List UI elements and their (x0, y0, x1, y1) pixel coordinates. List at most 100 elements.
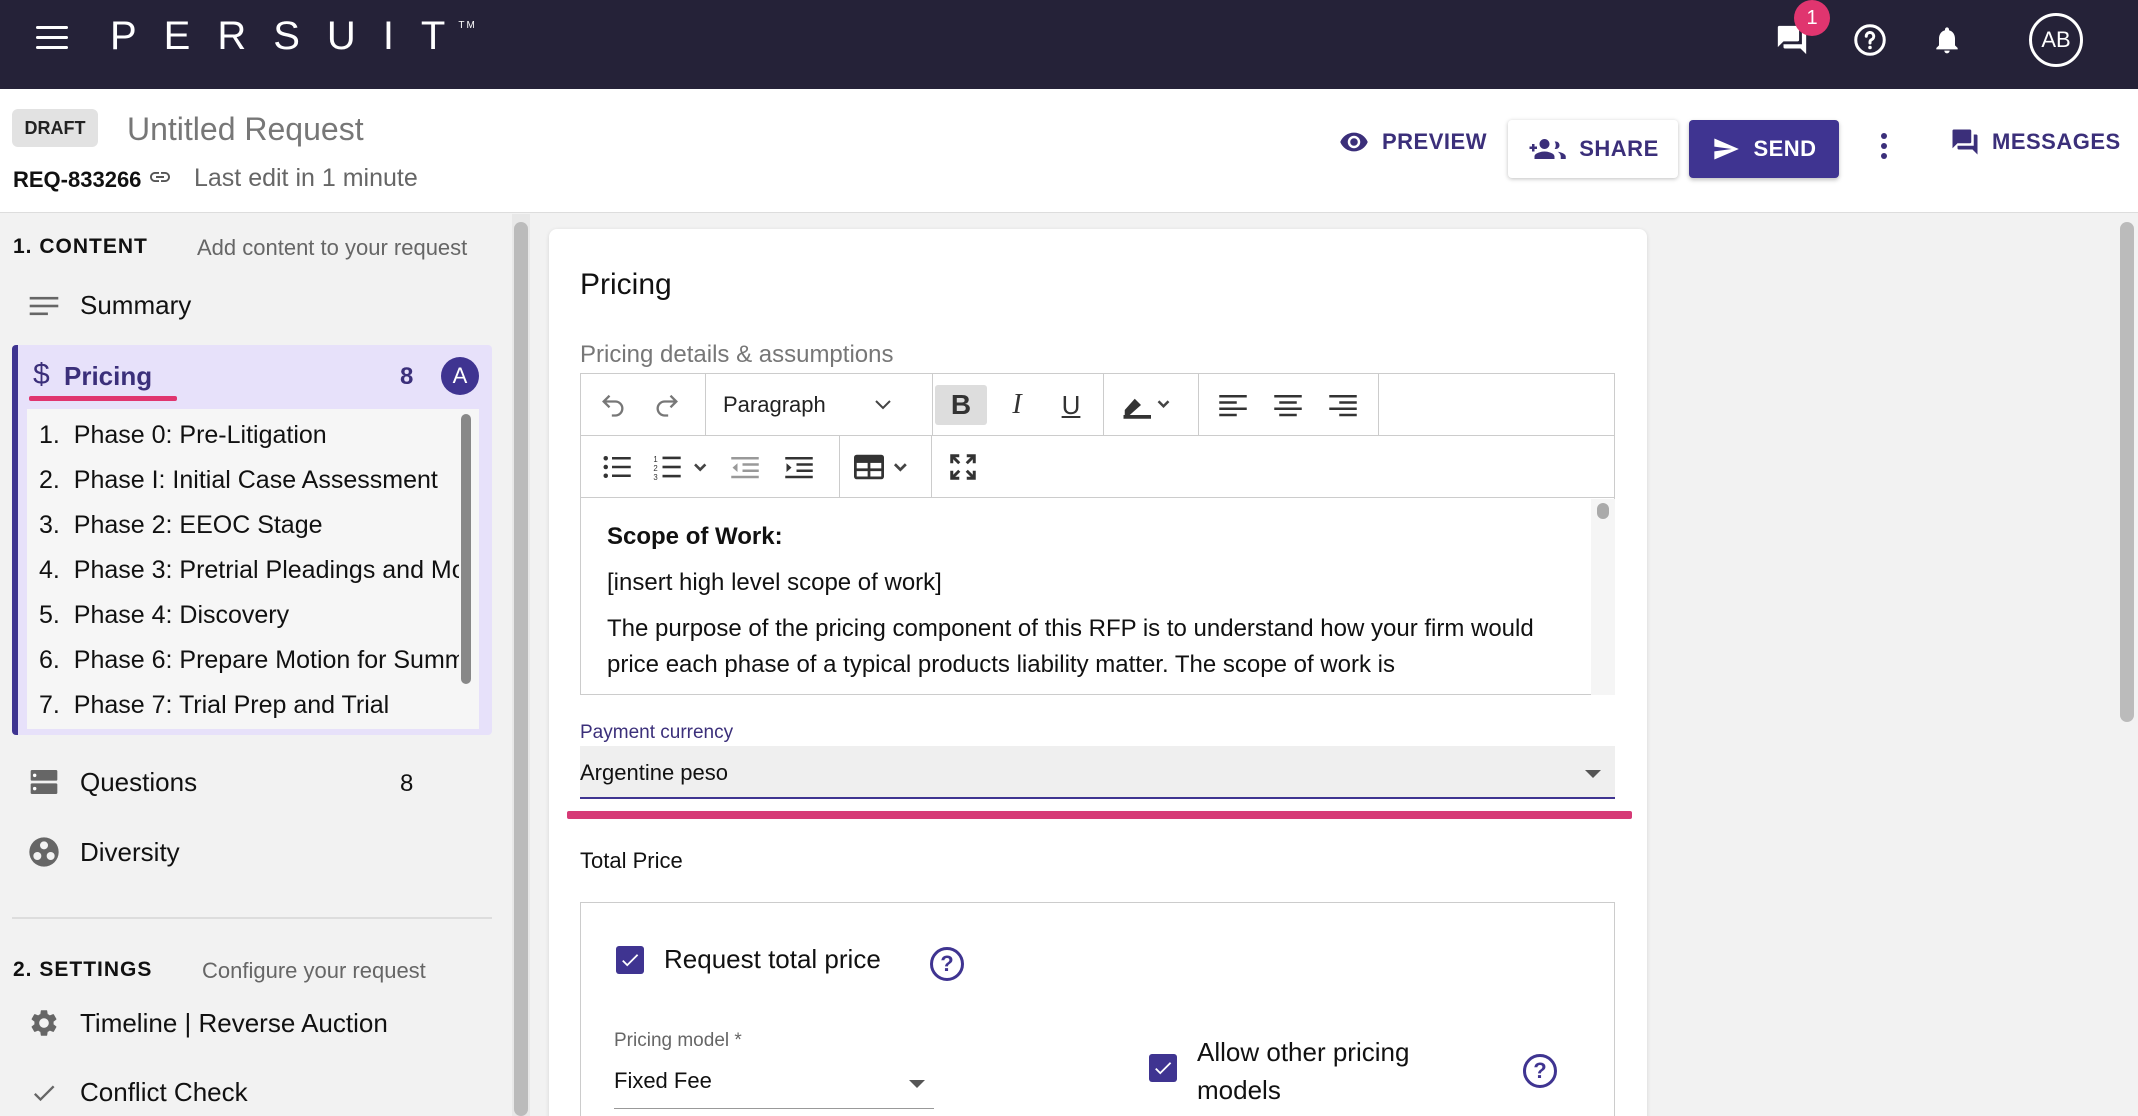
bulleted-list-icon[interactable] (595, 447, 639, 487)
italic-icon[interactable]: I (993, 385, 1041, 425)
request-id: REQ-833266 (13, 167, 142, 192)
svg-text:2: 2 (653, 464, 657, 473)
request-total-label[interactable]: Request total price (664, 944, 881, 975)
user-avatar[interactable]: AB (2029, 13, 2083, 67)
logo-tm: TM (458, 20, 477, 31)
content-section-subtitle: Add content to your request (197, 235, 468, 260)
editor-content[interactable]: Scope of Work: [insert high level scope … (581, 499, 1591, 695)
content-section-title: 1. CONTENT (13, 235, 148, 258)
menu-icon[interactable] (36, 26, 68, 50)
sidebar-item-questions[interactable]: Questions (28, 766, 197, 798)
sidebar-scrollbar-thumb[interactable] (514, 222, 528, 1116)
bell-icon[interactable] (1927, 20, 1967, 60)
request-total-checkbox[interactable] (616, 946, 644, 974)
editor-toolbar-row-2: 123 (581, 436, 1614, 498)
main-scrollbar-thumb[interactable] (2120, 222, 2134, 722)
block-format-select[interactable]: Paragraph (723, 385, 892, 425)
checkmark-icon (622, 954, 639, 967)
send-icon (1714, 138, 1740, 160)
phase-list: 1. Phase 0: Pre-Litigation 2. Phase I: I… (27, 409, 479, 729)
more-options-icon[interactable] (1879, 131, 1889, 161)
phase-item[interactable]: 5. Phase 4: Discovery (39, 601, 459, 630)
link-icon[interactable] (146, 165, 174, 194)
editor-scrollbar[interactable] (1591, 499, 1615, 695)
pricing-model-select[interactable]: Fixed Fee (614, 1054, 934, 1109)
pricing-assignee-avatar[interactable]: A (441, 357, 479, 395)
phase-item[interactable]: 3. Phase 2: EEOC Stage (39, 511, 459, 540)
allow-other-models-checkbox[interactable] (1149, 1054, 1177, 1082)
preview-label: PREVIEW (1382, 129, 1487, 154)
align-right-icon[interactable] (1321, 385, 1365, 425)
svg-text:3: 3 (653, 473, 657, 480)
phase-item[interactable]: 4. Phase 3: Pretrial Pleadings and Motio… (39, 556, 459, 585)
share-button[interactable]: SHARE (1508, 120, 1678, 178)
preview-button[interactable]: PREVIEW (1338, 127, 1487, 157)
page-title: Pricing (580, 268, 672, 301)
bold-icon[interactable]: B (935, 385, 987, 425)
indent-icon[interactable] (777, 447, 821, 487)
send-button[interactable]: SEND (1689, 120, 1839, 178)
timeline-label: Timeline | Reverse Auction (80, 1007, 388, 1038)
pricing-active-underline (29, 396, 177, 401)
currency-select[interactable]: Argentine peso (580, 746, 1615, 799)
editor-heading: Scope of Work: (607, 523, 783, 550)
rich-text-editor: Paragraph B I U 123 Scope of Work: [inse… (580, 373, 1615, 695)
pricing-label[interactable]: Pricing (64, 361, 152, 392)
phase-item[interactable]: 6. Phase 6: Prepare Motion for Summary J… (39, 646, 459, 675)
sidebar-divider (12, 917, 492, 919)
last-edit-text: Last edit in 1 minute (194, 164, 418, 192)
checkmark-icon (1155, 1062, 1172, 1075)
sidebar-item-summary[interactable]: Summary (28, 290, 191, 321)
dropdown-arrow-icon (1585, 770, 1601, 778)
sidebar: 1. CONTENT Add content to your request S… (0, 214, 505, 1116)
redo-icon[interactable] (643, 385, 691, 425)
align-left-icon[interactable] (1211, 385, 1255, 425)
chevron-down-icon (875, 400, 891, 410)
pricing-model-value: Fixed Fee (614, 1068, 712, 1093)
outdent-icon[interactable] (723, 447, 767, 487)
check-icon (33, 1085, 55, 1101)
request-title[interactable]: Untitled Request (127, 111, 364, 148)
phase-item[interactable]: 7. Phase 7: Trial Prep and Trial (39, 691, 459, 720)
pricing-count: 8 (400, 363, 414, 390)
app-logo[interactable]: PERSUITTM (110, 14, 491, 59)
send-label: SEND (1753, 136, 1817, 161)
table-icon[interactable] (851, 447, 917, 487)
dollar-icon: $ (33, 358, 50, 391)
conflict-check-label: Conflict Check (80, 1077, 248, 1107)
messages-button[interactable]: MESSAGES (1950, 127, 2121, 157)
svg-text:1: 1 (653, 455, 657, 464)
dropdown-arrow-icon (909, 1080, 925, 1088)
sidebar-item-timeline[interactable]: Timeline | Reverse Auction (28, 1007, 388, 1039)
fullscreen-icon[interactable] (939, 447, 987, 487)
phase-item[interactable]: 2. Phase I: Initial Case Assessment (39, 466, 459, 495)
sidebar-item-conflict-check[interactable]: Conflict Check (28, 1077, 248, 1108)
request-header: DRAFT Untitled Request REQ-833266 Last e… (0, 89, 2138, 213)
allow-other-models-label[interactable]: Allow other pricing models (1197, 1033, 1409, 1109)
total-price-heading: Total Price (580, 848, 683, 873)
help-icon[interactable] (1850, 20, 1890, 60)
question-mark-icon[interactable]: ? (930, 947, 964, 981)
highlight-icon[interactable] (1111, 385, 1181, 425)
add-people-icon (1529, 139, 1566, 159)
sidebar-item-diversity[interactable]: Diversity (28, 836, 180, 868)
questions-label: Questions (80, 766, 198, 797)
eye-icon (1340, 132, 1368, 152)
underline-icon[interactable]: U (1047, 385, 1095, 425)
editor-paragraph: The purpose of the pricing component of … (607, 615, 1534, 678)
settings-section-subtitle: Configure your request (202, 958, 426, 983)
phase-list-scrollbar[interactable] (461, 414, 471, 684)
numbered-list-icon[interactable]: 123 (647, 447, 717, 487)
phase-item[interactable]: 1. Phase 0: Pre-Litigation (39, 421, 459, 450)
gear-icon (31, 1010, 57, 1036)
status-badge: DRAFT (12, 109, 98, 147)
pricing-model-label: Pricing model * (614, 1030, 742, 1051)
undo-icon[interactable] (589, 385, 637, 425)
messages-label: MESSAGES (1992, 129, 2121, 154)
top-bar: PERSUITTM 1 AB (0, 0, 2138, 89)
question-mark-icon[interactable]: ? (1523, 1054, 1557, 1088)
align-center-icon[interactable] (1266, 385, 1310, 425)
summary-icon (29, 296, 59, 315)
editor-paragraph: [insert high level scope of work] (607, 569, 942, 596)
editor-label: Pricing details & assumptions (580, 341, 894, 368)
